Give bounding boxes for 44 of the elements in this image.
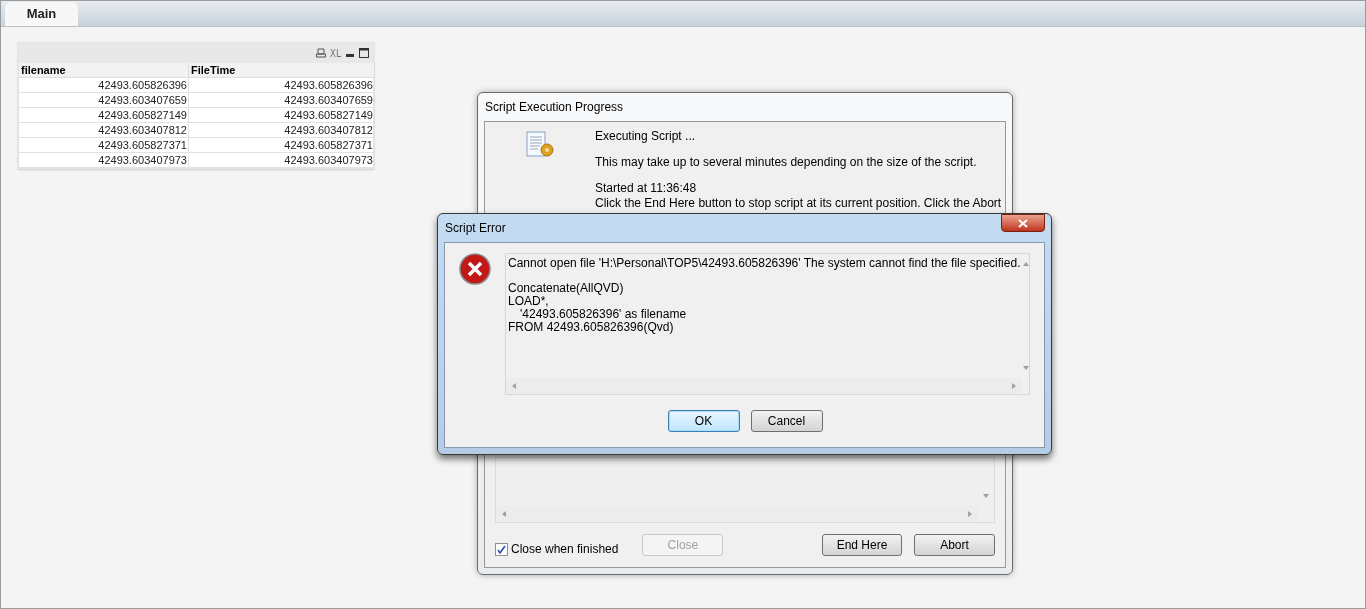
error-message: Cannot open file 'H:\Personal\TOP5\42493.605826396' The system cannot find the file specified. <box>508 257 1021 270</box>
table-cell: 42493.603407812 <box>19 123 189 138</box>
table-cell: 42493.603407812 <box>189 123 375 138</box>
window-title: Script Execution Progress <box>484 99 625 116</box>
script-line: Concatenate(AllQVD) <box>508 282 625 295</box>
sheet-tab[interactable]: Main <box>5 2 78 26</box>
table-cell: 42493.605826396 <box>19 78 189 93</box>
table-cell: 42493.605826396 <box>189 78 375 93</box>
script-line: LOAD*, <box>508 295 549 308</box>
column-header[interactable]: FileTime <box>189 63 375 78</box>
dialog-button[interactable]: End Here <box>822 534 902 556</box>
script-line: '42493.605826396' as filename <box>519 308 688 321</box>
dialog-button[interactable]: Cancel <box>750 410 823 432</box>
error-icon <box>459 253 491 285</box>
progress-text: This may take up to several minutes depending on the size of the script. <box>595 156 978 168</box>
checkmark-icon <box>497 544 506 554</box>
scroll-down-icon[interactable] <box>982 492 990 500</box>
excel-export-button[interactable]: XL <box>329 45 341 61</box>
window-title: Script Error <box>444 220 506 237</box>
scroll-left-icon[interactable] <box>500 510 508 518</box>
scroll-up-icon[interactable] <box>1022 260 1031 268</box>
close-icon <box>1018 218 1028 228</box>
table-cell: 42493.603407973 <box>189 153 375 168</box>
script-line: FROM 42493.605826396(Qvd) <box>508 321 675 334</box>
close-when-finished-checkbox[interactable]: Close when finished <box>495 540 619 558</box>
table-cell: 42493.605827149 <box>189 108 375 123</box>
progress-text: Click the End Here button to stop script at its current position. Click the Abort <box>595 197 1002 209</box>
close-button[interactable] <box>1001 214 1045 232</box>
dialog-button[interactable]: OK <box>667 410 740 432</box>
table-cell: 42493.603407659 <box>189 93 375 108</box>
scroll-right-icon[interactable] <box>966 510 974 518</box>
dialog-button[interactable]: Abort <box>914 534 995 556</box>
progress-text: Executing Script ... <box>595 130 697 142</box>
table-cell: 42493.605827371 <box>189 138 375 153</box>
table-cell: 42493.603407659 <box>19 93 189 108</box>
column-header[interactable]: filename <box>19 63 189 78</box>
scroll-left-icon[interactable] <box>510 382 518 390</box>
table-cell: 42493.603407973 <box>19 153 189 168</box>
progress-text: Started at 11:36:48 <box>595 182 698 194</box>
table-cell: 42493.605827371 <box>19 138 189 153</box>
table-cell: 42493.605827149 <box>19 108 189 123</box>
scroll-down-icon[interactable] <box>1022 364 1031 372</box>
print-icon[interactable] <box>315 48 326 58</box>
maximize-icon[interactable] <box>359 48 369 58</box>
